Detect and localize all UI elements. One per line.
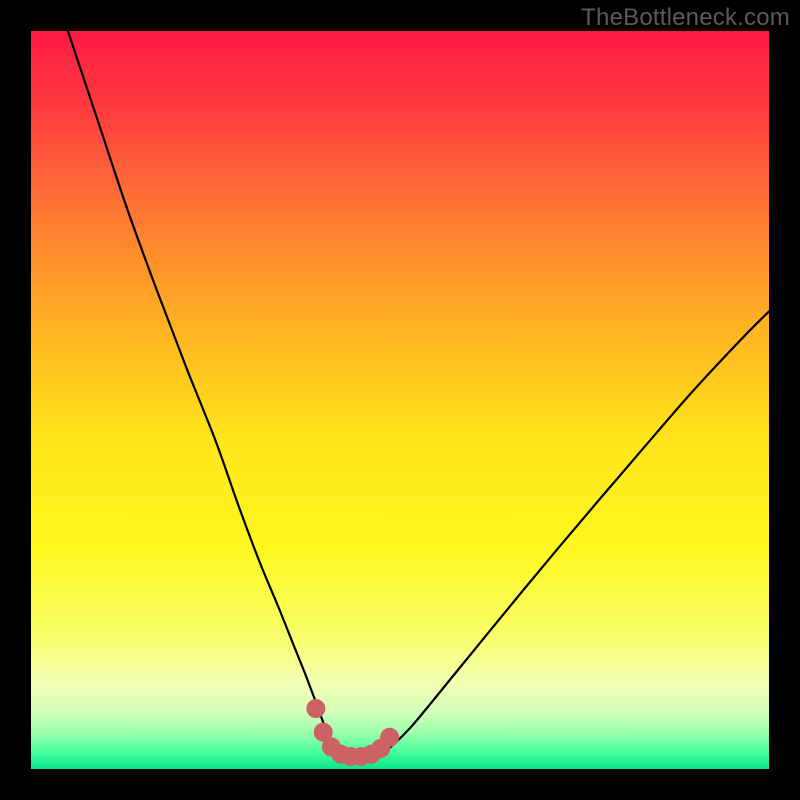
watermark-text: TheBottleneck.com xyxy=(581,4,790,32)
marker-point xyxy=(381,728,399,746)
chart-frame: TheBottleneck.com xyxy=(0,0,800,800)
marker-point xyxy=(307,699,325,717)
gradient-background xyxy=(31,31,769,769)
bottleneck-chart xyxy=(31,31,769,769)
plot-area xyxy=(31,31,769,769)
